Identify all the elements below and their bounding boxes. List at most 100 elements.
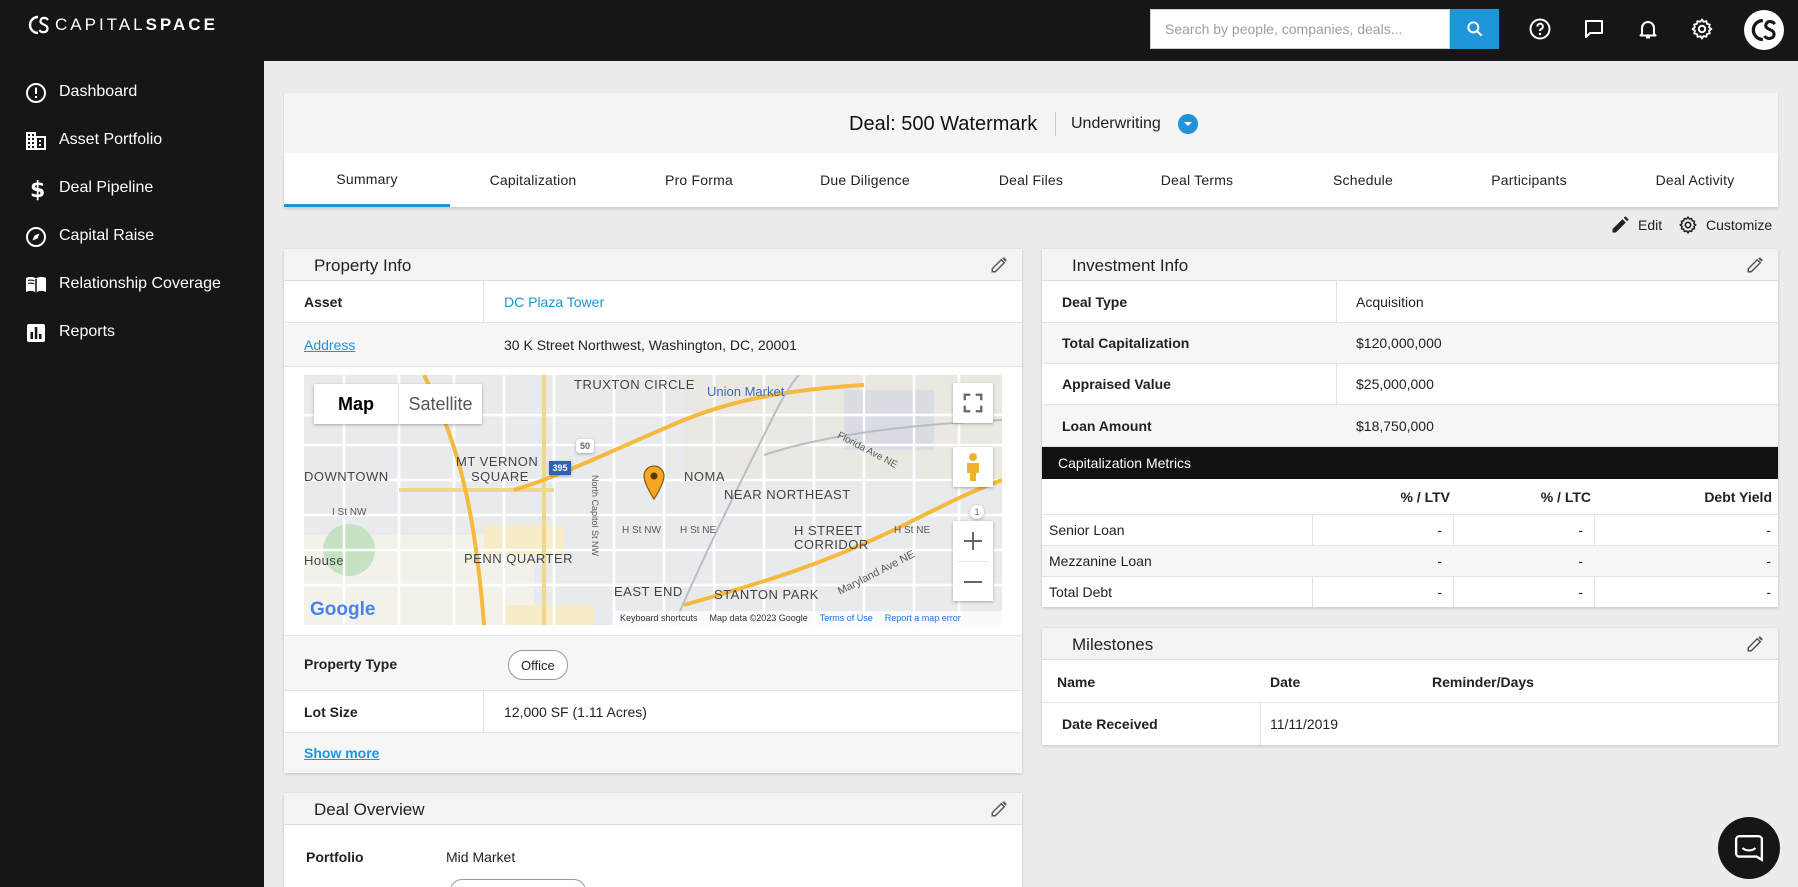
- metrics-debt-yield: -: [1766, 553, 1771, 569]
- edit-button[interactable]: Edit: [1610, 215, 1662, 235]
- panel-header: Deal Overview: [284, 793, 1022, 825]
- sidebar-item-label: Dashboard: [59, 83, 138, 100]
- property-type-row: Property Type Office: [284, 635, 1022, 691]
- chart-icon: [27, 324, 45, 342]
- map-view[interactable]: Map Satellite TRUXTON CIRCLE Union Marke…: [304, 375, 1002, 625]
- investment-info-panel: Investment Info Deal Type Acquisition To…: [1042, 249, 1778, 607]
- zoom-in-button[interactable]: [964, 521, 982, 561]
- metrics-ltv: -: [1437, 584, 1442, 600]
- map-label: EAST END: [614, 584, 683, 599]
- map-label: I St NW: [332, 507, 367, 518]
- map-label: STANTON PARK: [714, 587, 819, 602]
- edit-pencil-icon[interactable]: [990, 800, 1008, 818]
- investment-value: $25,000,000: [1356, 376, 1434, 392]
- stage-dropdown-button[interactable]: [1178, 114, 1198, 134]
- edit-pencil-icon[interactable]: [1746, 256, 1764, 274]
- metrics-debt-yield: -: [1766, 522, 1771, 538]
- asset-label: Asset: [304, 294, 343, 310]
- tab-deal-terms[interactable]: Deal Terms: [1114, 153, 1280, 207]
- sidebar-item-reports[interactable]: Reports: [0, 313, 264, 353]
- edit-pencil-icon[interactable]: [1746, 635, 1764, 653]
- fullscreen-button[interactable]: [953, 383, 993, 423]
- sidebar-item-label: Deal Pipeline: [59, 179, 154, 196]
- metrics-debt-yield: -: [1766, 584, 1771, 600]
- map-label: TRUXTON CIRCLE: [574, 377, 695, 392]
- tab-due-diligence[interactable]: Due Diligence: [782, 153, 948, 207]
- google-logo: Google: [310, 599, 376, 620]
- edit-pencil-icon[interactable]: [990, 256, 1008, 274]
- address-link[interactable]: Address: [304, 337, 355, 353]
- tab-schedule[interactable]: Schedule: [1280, 153, 1446, 207]
- asset-link[interactable]: DC Plaza Tower: [504, 294, 604, 310]
- map-label: H St NE: [894, 525, 931, 536]
- metrics-row: Mezzanine Loan - - -: [1042, 546, 1778, 577]
- sidebar-item-dashboard[interactable]: Dashboard: [0, 73, 264, 113]
- map-type-map-button[interactable]: Map: [314, 384, 398, 424]
- sidebar-item-deal-pipeline[interactable]: $ Deal Pipeline: [0, 169, 264, 209]
- deal-stage[interactable]: Underwriting: [1071, 115, 1161, 133]
- lot-size-row: Lot Size 12,000 SF (1.11 Acres): [284, 691, 1022, 733]
- show-more-row: Show more: [284, 733, 1022, 773]
- deal-tabs: Summary Capitalization Pro Forma Due Dil…: [284, 153, 1778, 207]
- gear-icon[interactable]: [1690, 17, 1714, 41]
- investment-row: Loan Amount $18,750,000: [1042, 405, 1778, 447]
- chat-icon[interactable]: [1582, 17, 1606, 41]
- tab-deal-activity[interactable]: Deal Activity: [1612, 153, 1778, 207]
- tab-summary[interactable]: Summary: [284, 153, 450, 207]
- sidebar-item-label: Asset Portfolio: [59, 131, 163, 148]
- sidebar-item-label: Reports: [59, 323, 116, 340]
- search-icon: [1466, 21, 1482, 37]
- location-marker-icon[interactable]: [642, 464, 666, 500]
- tab-deal-files[interactable]: Deal Files: [948, 153, 1114, 207]
- investment-label: Total Capitalization: [1062, 335, 1190, 351]
- tab-pro-forma[interactable]: Pro Forma: [616, 153, 782, 207]
- plus-icon: [964, 532, 982, 550]
- keyboard-shortcuts-link[interactable]: Keyboard shortcuts: [620, 613, 698, 623]
- help-icon[interactable]: [1528, 17, 1552, 41]
- map-label: PENN QUARTER: [464, 551, 574, 566]
- lot-size-label: Lot Size: [304, 704, 358, 720]
- tab-capitalization[interactable]: Capitalization: [450, 153, 616, 207]
- capitalspace-logo[interactable]: CAPITALSPACE: [27, 14, 218, 36]
- property-type-label: Property Type: [304, 656, 398, 672]
- investment-row: Appraised Value $25,000,000: [1042, 364, 1778, 405]
- sidebar-item-relationship-coverage[interactable]: Relationship Coverage: [0, 265, 264, 305]
- report-error-link[interactable]: Report a map error: [885, 613, 961, 623]
- deal-overview-panel: Deal Overview Portfolio Mid Market: [284, 793, 1022, 887]
- terms-link[interactable]: Terms of Use: [820, 613, 873, 623]
- zoom-controls: [953, 521, 993, 601]
- investment-row: Total Capitalization $120,000,000: [1042, 323, 1778, 364]
- tab-participants[interactable]: Participants: [1446, 153, 1612, 207]
- search-button[interactable]: [1450, 9, 1499, 49]
- street-view-button[interactable]: [953, 447, 993, 487]
- map-type-satellite-button[interactable]: Satellite: [398, 384, 482, 424]
- minus-icon: [964, 580, 982, 583]
- metrics-row-name: Total Debt: [1049, 584, 1113, 600]
- milestones-header-row: Name Date Reminder/Days: [1042, 660, 1778, 703]
- sidebar-item-asset-portfolio[interactable]: Asset Portfolio: [0, 121, 264, 161]
- zoom-out-button[interactable]: [958, 561, 988, 601]
- investment-value: Acquisition: [1356, 294, 1424, 310]
- fullscreen-icon: [963, 393, 983, 413]
- asset-row: Asset DC Plaza Tower: [284, 281, 1022, 323]
- investment-label: Deal Type: [1062, 294, 1128, 310]
- metrics-ltc: -: [1578, 553, 1583, 569]
- sidebar-item-label: Relationship Coverage: [59, 275, 221, 292]
- chevron-down-icon: [1184, 122, 1192, 126]
- show-more-link[interactable]: Show more: [304, 745, 379, 761]
- panel-title: Milestones: [1072, 635, 1154, 654]
- map-data-credit: Map data ©2023 Google: [709, 613, 808, 623]
- chat-bubble-icon: [1734, 835, 1764, 862]
- property-info-panel: Property Info Asset DC Plaza Tower Addre…: [284, 249, 1022, 773]
- metrics-ltc: -: [1578, 522, 1583, 538]
- customize-button[interactable]: Customize: [1678, 215, 1772, 235]
- chat-launcher-button[interactable]: [1718, 817, 1780, 879]
- avatar[interactable]: [1744, 10, 1784, 50]
- bell-icon[interactable]: [1636, 17, 1660, 41]
- map-label: MT VERNON: [456, 454, 539, 469]
- search-input[interactable]: [1151, 10, 1450, 48]
- deal-title: Deal: 500 Watermark: [849, 113, 1038, 135]
- metrics-ltc: -: [1578, 584, 1583, 600]
- map-label: Union Market: [707, 384, 785, 399]
- sidebar-item-capital-raise[interactable]: Capital Raise: [0, 217, 264, 257]
